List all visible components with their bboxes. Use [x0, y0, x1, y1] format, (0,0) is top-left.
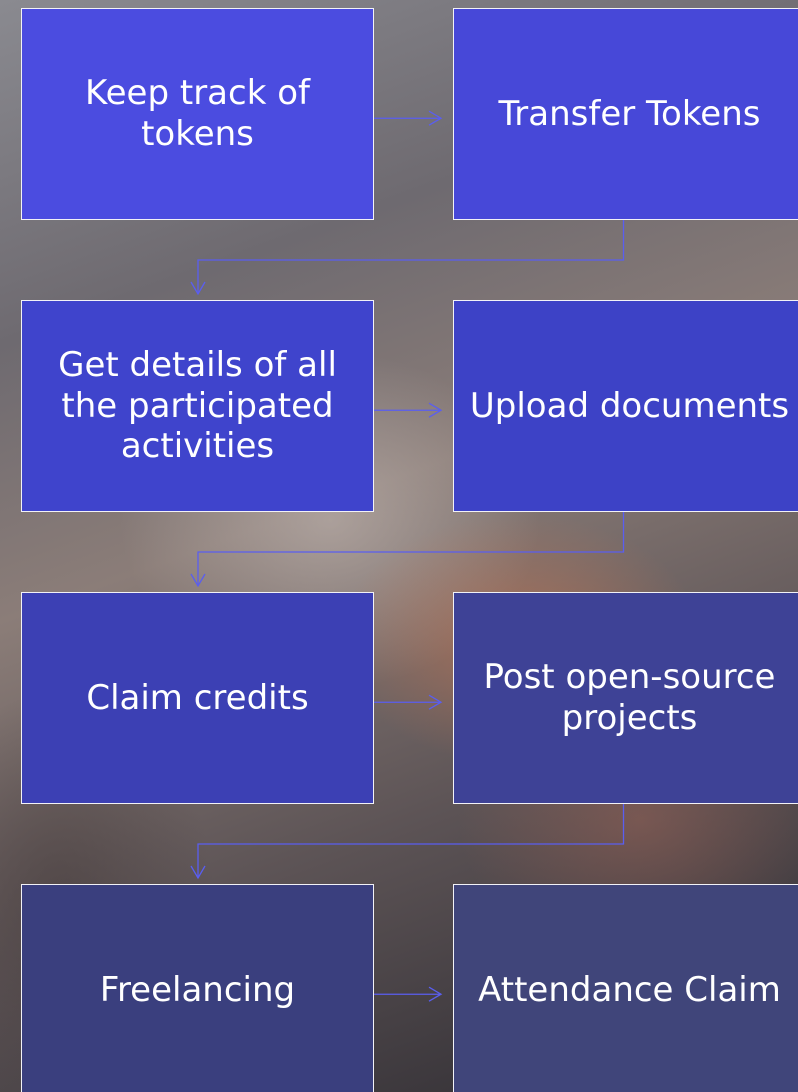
- node-label: Freelancing: [99, 969, 296, 1010]
- node-label: Get details of all the participated acti…: [58, 344, 337, 467]
- node-attendance-claim: Attendance Claim: [453, 884, 798, 1092]
- node-label: Transfer Tokens: [498, 93, 761, 134]
- node-label: Post open-source projects: [483, 657, 776, 738]
- connector-line-2: [197, 220, 625, 294]
- connector-line-6: [197, 804, 625, 878]
- node-freelancing: Freelancing: [21, 884, 374, 1092]
- node-label: Upload documents: [469, 385, 790, 426]
- node-label: Attendance Claim: [478, 969, 781, 1010]
- flowchart-stage: Keep track of tokens Transfer Tokens Get…: [0, 0, 798, 1092]
- node-get-details-of-activities: Get details of all the participated acti…: [21, 300, 374, 512]
- node-upload-documents: Upload documents: [453, 300, 798, 512]
- connector-line-4: [197, 512, 625, 586]
- node-keep-track-of-tokens: Keep track of tokens: [21, 8, 374, 220]
- node-label: Claim credits: [86, 677, 309, 718]
- node-claim-credits: Claim credits: [21, 592, 374, 804]
- node-transfer-tokens: Transfer Tokens: [453, 8, 798, 220]
- node-post-open-source-projects: Post open-source projects: [453, 592, 798, 804]
- node-label: Keep track of tokens: [85, 73, 310, 154]
